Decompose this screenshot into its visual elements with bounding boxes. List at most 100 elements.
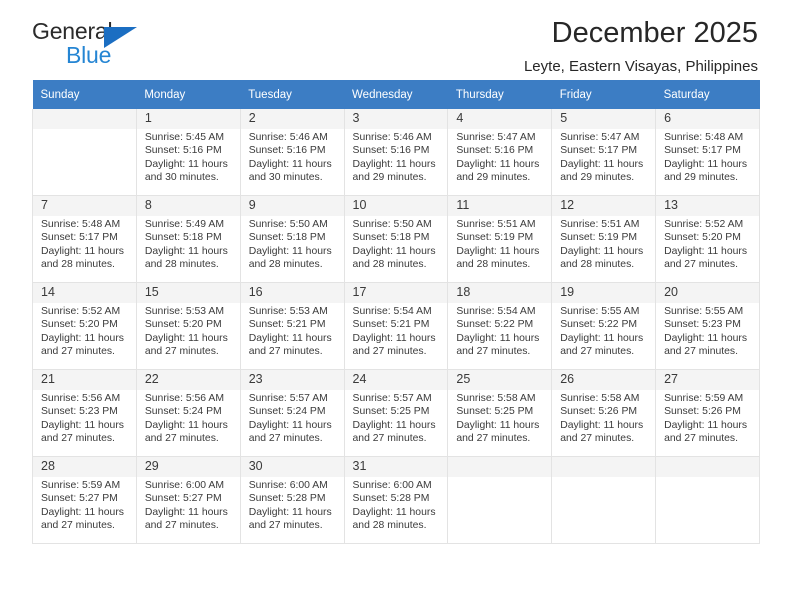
- day-number-cell: 6: [655, 109, 760, 129]
- day-number-cell: 30: [240, 456, 345, 477]
- day-sun-details: Sunrise: 5:49 AM Sunset: 5:18 PM Dayligh…: [144, 219, 228, 271]
- day-number-cell: 18: [447, 282, 553, 303]
- calendar-day-cell[interactable]: Sunrise: 5:45 AM Sunset: 5:16 PM Dayligh…: [136, 129, 241, 196]
- calendar-day-cell[interactable]: Sunrise: 6:00 AM Sunset: 5:28 PM Dayligh…: [240, 477, 345, 544]
- calendar-day-cell[interactable]: Sunrise: 5:59 AM Sunset: 5:27 PM Dayligh…: [32, 477, 137, 544]
- calendar-day-cell[interactable]: Sunrise: 5:51 AM Sunset: 5:19 PM Dayligh…: [447, 216, 553, 283]
- day-number-cell: 11: [447, 195, 553, 216]
- calendar-empty-cell: [32, 129, 137, 196]
- day-number-cell: 27: [655, 369, 760, 390]
- day-number-cell: 9: [240, 195, 345, 216]
- day-sun-details: Sunrise: 5:56 AM Sunset: 5:23 PM Dayligh…: [41, 393, 124, 445]
- calendar-empty-cell: [655, 477, 760, 544]
- calendar-week-row: Sunrise: 5:45 AM Sunset: 5:16 PM Dayligh…: [32, 129, 760, 196]
- day-number-cell: 31: [344, 456, 449, 477]
- day-sun-details: Sunrise: 6:00 AM Sunset: 5:28 PM Dayligh…: [352, 480, 436, 532]
- day-number-cell: 12: [551, 195, 657, 216]
- day-sun-details: Sunrise: 5:58 AM Sunset: 5:26 PM Dayligh…: [560, 393, 644, 445]
- page-title: December 2025: [551, 17, 758, 49]
- calendar-day-cell[interactable]: Sunrise: 5:49 AM Sunset: 5:18 PM Dayligh…: [136, 216, 241, 283]
- day-number-cell: 17: [344, 282, 449, 303]
- calendar-day-cell[interactable]: Sunrise: 5:56 AM Sunset: 5:24 PM Dayligh…: [136, 390, 241, 457]
- day-sun-details: Sunrise: 5:50 AM Sunset: 5:18 PM Dayligh…: [352, 219, 436, 271]
- calendar-day-cell[interactable]: Sunrise: 5:55 AM Sunset: 5:23 PM Dayligh…: [655, 303, 760, 370]
- day-number-cell: 1: [136, 109, 241, 129]
- day-number: 25: [456, 372, 471, 386]
- calendar-day-cell[interactable]: Sunrise: 5:57 AM Sunset: 5:24 PM Dayligh…: [240, 390, 345, 457]
- calendar-day-cell[interactable]: Sunrise: 5:50 AM Sunset: 5:18 PM Dayligh…: [240, 216, 345, 283]
- day-number: 11: [456, 198, 470, 212]
- day-number: 28: [41, 459, 55, 473]
- calendar-day-cell[interactable]: Sunrise: 5:50 AM Sunset: 5:18 PM Dayligh…: [344, 216, 449, 283]
- month-calendar: Sunday Monday Tuesday Wednesday Thursday…: [32, 80, 760, 544]
- calendar-week-row: Sunrise: 5:59 AM Sunset: 5:27 PM Dayligh…: [32, 477, 760, 544]
- day-number: 21: [41, 372, 55, 386]
- day-number: 17: [352, 285, 367, 299]
- weekday-header-thursday: Thursday: [447, 80, 552, 109]
- weekday-header-sunday: Sunday: [32, 80, 137, 109]
- day-number: 30: [248, 459, 263, 473]
- day-number: 2: [248, 111, 256, 125]
- calendar-day-cell[interactable]: Sunrise: 5:52 AM Sunset: 5:20 PM Dayligh…: [655, 216, 760, 283]
- calendar-day-cell[interactable]: Sunrise: 5:46 AM Sunset: 5:16 PM Dayligh…: [344, 129, 449, 196]
- calendar-day-cell[interactable]: Sunrise: 5:46 AM Sunset: 5:16 PM Dayligh…: [240, 129, 345, 196]
- calendar-day-cell[interactable]: Sunrise: 5:56 AM Sunset: 5:23 PM Dayligh…: [32, 390, 137, 457]
- day-sun-details: Sunrise: 5:52 AM Sunset: 5:20 PM Dayligh…: [41, 306, 124, 358]
- day-number-cell: 5: [551, 109, 657, 129]
- week-band-row: 28 29 30 31: [32, 456, 760, 477]
- day-number-cell: 22: [136, 369, 241, 390]
- day-number-cell: 20: [655, 282, 760, 303]
- day-number-cell: 14: [32, 282, 137, 303]
- day-number: 15: [144, 285, 159, 299]
- generalblue-logo: General Blue: [32, 18, 152, 70]
- day-number: 27: [664, 372, 678, 386]
- day-number: 4: [456, 111, 464, 125]
- day-number-cell: 24: [344, 369, 449, 390]
- day-sun-details: Sunrise: 5:53 AM Sunset: 5:20 PM Dayligh…: [144, 306, 228, 358]
- weekday-header-friday: Friday: [551, 80, 656, 109]
- calendar-day-cell[interactable]: Sunrise: 5:52 AM Sunset: 5:20 PM Dayligh…: [32, 303, 137, 370]
- title-block: December 2025 Leyte, Eastern Visayas, Ph…: [152, 17, 760, 76]
- day-sun-details: Sunrise: 5:47 AM Sunset: 5:17 PM Dayligh…: [560, 132, 644, 184]
- calendar-day-cell[interactable]: Sunrise: 5:48 AM Sunset: 5:17 PM Dayligh…: [32, 216, 137, 283]
- day-sun-details: Sunrise: 5:59 AM Sunset: 5:27 PM Dayligh…: [41, 480, 124, 532]
- day-number-cell: 3: [344, 109, 449, 129]
- day-number-cell: 23: [240, 369, 345, 390]
- day-number-cell: 26: [551, 369, 657, 390]
- location-subtitle: Leyte, Eastern Visayas, Philippines: [523, 58, 758, 76]
- day-number: 31: [352, 459, 367, 473]
- day-number: 22: [144, 372, 159, 386]
- calendar-day-cell[interactable]: Sunrise: 5:54 AM Sunset: 5:21 PM Dayligh…: [344, 303, 449, 370]
- day-sun-details: Sunrise: 5:54 AM Sunset: 5:21 PM Dayligh…: [352, 306, 436, 358]
- day-number-cell: 21: [32, 369, 137, 390]
- calendar-day-cell[interactable]: Sunrise: 6:00 AM Sunset: 5:27 PM Dayligh…: [136, 477, 241, 544]
- calendar-day-cell[interactable]: Sunrise: 5:55 AM Sunset: 5:22 PM Dayligh…: [551, 303, 657, 370]
- calendar-day-cell[interactable]: Sunrise: 5:47 AM Sunset: 5:16 PM Dayligh…: [447, 129, 553, 196]
- week-band-row: 21 22 23 24 25 26 27: [32, 369, 760, 390]
- day-number: 13: [664, 198, 678, 212]
- calendar-day-cell[interactable]: Sunrise: 6:00 AM Sunset: 5:28 PM Dayligh…: [344, 477, 449, 544]
- calendar-week-row: Sunrise: 5:52 AM Sunset: 5:20 PM Dayligh…: [32, 303, 760, 370]
- weekday-header-wednesday: Wednesday: [344, 80, 448, 109]
- calendar-page: General Blue December 2025 Leyte, Easter…: [0, 0, 792, 612]
- calendar-day-cell[interactable]: Sunrise: 5:57 AM Sunset: 5:25 PM Dayligh…: [344, 390, 449, 457]
- day-number: 8: [144, 198, 152, 212]
- day-sun-details: Sunrise: 5:54 AM Sunset: 5:22 PM Dayligh…: [456, 306, 540, 358]
- calendar-day-cell[interactable]: Sunrise: 5:48 AM Sunset: 5:17 PM Dayligh…: [655, 129, 760, 196]
- day-number: 3: [352, 111, 360, 125]
- calendar-day-cell[interactable]: Sunrise: 5:58 AM Sunset: 5:26 PM Dayligh…: [551, 390, 657, 457]
- day-number-cell: 8: [136, 195, 241, 216]
- calendar-day-cell[interactable]: Sunrise: 5:47 AM Sunset: 5:17 PM Dayligh…: [551, 129, 657, 196]
- calendar-day-cell[interactable]: Sunrise: 5:59 AM Sunset: 5:26 PM Dayligh…: [655, 390, 760, 457]
- calendar-day-cell[interactable]: Sunrise: 5:51 AM Sunset: 5:19 PM Dayligh…: [551, 216, 657, 283]
- day-sun-details: Sunrise: 5:50 AM Sunset: 5:18 PM Dayligh…: [248, 219, 332, 271]
- calendar-day-cell[interactable]: Sunrise: 5:54 AM Sunset: 5:22 PM Dayligh…: [447, 303, 553, 370]
- day-sun-details: Sunrise: 5:55 AM Sunset: 5:22 PM Dayligh…: [560, 306, 644, 358]
- calendar-day-cell[interactable]: Sunrise: 5:53 AM Sunset: 5:21 PM Dayligh…: [240, 303, 345, 370]
- day-sun-details: Sunrise: 5:55 AM Sunset: 5:23 PM Dayligh…: [664, 306, 748, 358]
- calendar-day-cell[interactable]: Sunrise: 5:58 AM Sunset: 5:25 PM Dayligh…: [447, 390, 553, 457]
- calendar-day-cell[interactable]: Sunrise: 5:53 AM Sunset: 5:20 PM Dayligh…: [136, 303, 241, 370]
- day-sun-details: Sunrise: 5:53 AM Sunset: 5:21 PM Dayligh…: [248, 306, 332, 358]
- day-number-cell: [551, 456, 657, 477]
- calendar-header-row: Sunday Monday Tuesday Wednesday Thursday…: [32, 80, 760, 109]
